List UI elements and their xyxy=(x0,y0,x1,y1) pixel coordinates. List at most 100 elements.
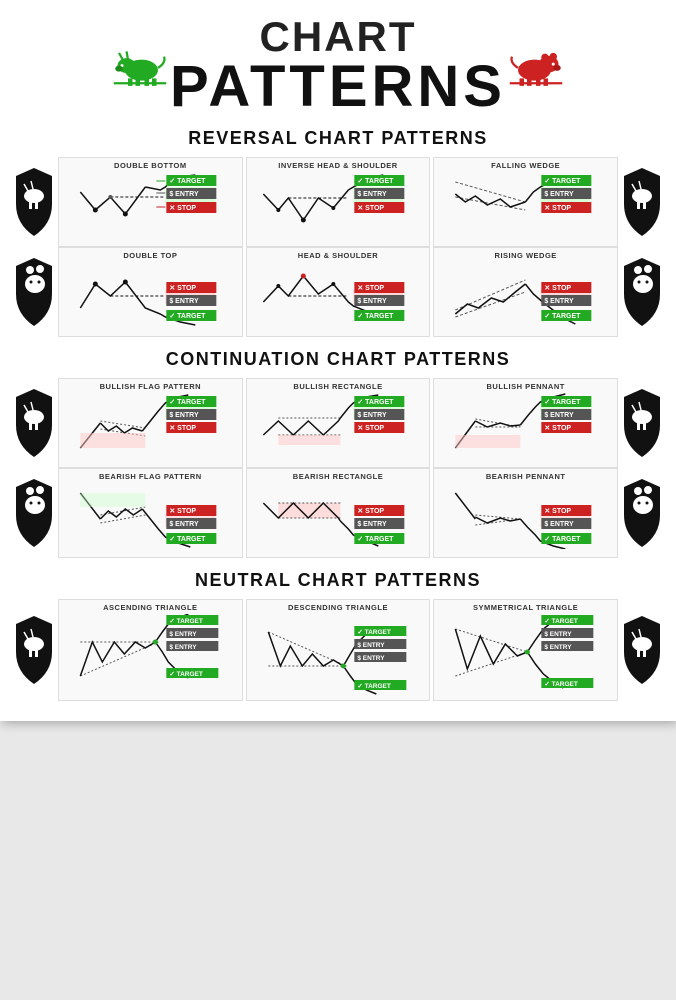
svg-text:✕ STOP: ✕ STOP xyxy=(357,205,384,212)
svg-text:$ ENTRY: $ ENTRY xyxy=(357,655,385,662)
bullish-pennant-chart: ✓ TARGET $ ENTRY ✕ STOP xyxy=(438,393,613,463)
svg-text:✓ TARGET: ✓ TARGET xyxy=(169,671,203,678)
side-bull-cont1 xyxy=(12,383,56,463)
svg-text:✕ STOP: ✕ STOP xyxy=(545,508,572,515)
svg-text:$ ENTRY: $ ENTRY xyxy=(545,644,573,651)
bullish-rectangle-chart: ✓ TARGET $ ENTRY ✕ STOP xyxy=(251,393,426,463)
bearish-flag-cell: BEARISH FLAG PATTERN xyxy=(58,468,243,558)
descending-triangle-name: DESCENDING TRIANGLE xyxy=(251,603,426,612)
svg-text:$ ENTRY: $ ENTRY xyxy=(357,191,387,198)
bullish-flag-name: BULLISH FLAG PATTERN xyxy=(63,382,238,391)
svg-text:✓ TARGET: ✓ TARGET xyxy=(169,536,206,543)
ascending-triangle-chart: ✓ TARGET $ ENTRY $ ENTRY ✓ TARGET xyxy=(63,614,238,696)
symmetrical-triangle-name: SYMMETRICAL TRIANGLE xyxy=(438,603,613,612)
bull-shield-right-icon xyxy=(622,166,662,238)
side-bull-right-1 xyxy=(620,162,664,242)
svg-text:$ ENTRY: $ ENTRY xyxy=(169,521,199,528)
side-bull-neutral-right xyxy=(620,610,664,690)
svg-text:$ ENTRY: $ ENTRY xyxy=(169,631,197,638)
bull-shield-icon xyxy=(14,166,54,238)
svg-text:✓ TARGET: ✓ TARGET xyxy=(357,313,394,320)
bear-shield-right-icon xyxy=(622,256,662,328)
double-bottom-name: DOUBLE BOTTOM xyxy=(63,161,238,170)
bullish-rectangle-name: BULLISH RECTANGLE xyxy=(251,382,426,391)
svg-text:$ ENTRY: $ ENTRY xyxy=(545,631,573,638)
svg-text:✓ TARGET: ✓ TARGET xyxy=(169,313,206,320)
svg-text:$ ENTRY: $ ENTRY xyxy=(357,521,387,528)
bearish-rectangle-chart: ✕ STOP $ ENTRY ✓ TARGET xyxy=(251,483,426,553)
continuation-title: CONTINUATION CHART PATTERNS xyxy=(12,349,664,370)
reversal-row-2: DOUBLE TOP ✕ xyxy=(12,247,664,337)
svg-text:$ ENTRY: $ ENTRY xyxy=(545,191,575,198)
bearish-rectangle-name: BEARISH RECTANGLE xyxy=(251,472,426,481)
descending-triangle-chart: ✓ TARGET $ ENTRY $ ENTRY ✓ TARGET xyxy=(251,614,426,696)
side-bear-right-2 xyxy=(620,252,664,332)
patterns-text: PATTERNS xyxy=(170,58,506,116)
svg-text:✓ TARGET: ✓ TARGET xyxy=(357,683,391,690)
bearish-pennant-chart: ✕ STOP $ ENTRY ✓ TARGET xyxy=(438,483,613,553)
svg-text:✓ TARGET: ✓ TARGET xyxy=(545,618,579,625)
bearish-pennant-cell: BEARISH PENNANT xyxy=(433,468,618,558)
continuation-row2-cells: BEARISH FLAG PATTERN xyxy=(58,468,618,558)
reversal-title: REVERSAL CHART PATTERNS xyxy=(12,128,664,149)
symmetrical-triangle-chart: ✓ TARGET $ ENTRY $ ENTRY ✓ TARGET xyxy=(438,614,613,696)
falling-wedge-cell: FALLING WEDGE xyxy=(433,157,618,247)
svg-text:✓ TARGET: ✓ TARGET xyxy=(357,178,394,185)
svg-text:✓ TARGET: ✓ TARGET xyxy=(169,178,206,185)
svg-text:✓ TARGET: ✓ TARGET xyxy=(357,536,394,543)
svg-text:✓ TARGET: ✓ TARGET xyxy=(545,313,582,320)
bullish-pennant-cell: BULLISH PENNANT xyxy=(433,378,618,468)
svg-text:$ ENTRY: $ ENTRY xyxy=(545,521,575,528)
double-bottom-chart: ✓ TARGET $ ENTRY ✕ STOP xyxy=(63,172,238,242)
svg-text:✕ STOP: ✕ STOP xyxy=(545,285,572,292)
svg-text:$ ENTRY: $ ENTRY xyxy=(169,412,199,419)
svg-text:✕ STOP: ✕ STOP xyxy=(357,425,384,432)
svg-text:✕ STOP: ✕ STOP xyxy=(357,285,384,292)
bull-shield-neutral-right-icon xyxy=(622,614,662,686)
svg-text:✓ TARGET: ✓ TARGET xyxy=(169,618,203,625)
side-bull-1 xyxy=(12,162,56,242)
bearish-flag-chart: ✕ STOP $ ENTRY ✓ TARGET xyxy=(63,483,238,553)
svg-text:$ ENTRY: $ ENTRY xyxy=(545,412,575,419)
svg-text:✕ STOP: ✕ STOP xyxy=(169,425,196,432)
svg-text:✓ TARGET: ✓ TARGET xyxy=(545,399,582,406)
svg-text:✓ TARGET: ✓ TARGET xyxy=(357,399,394,406)
svg-text:$ ENTRY: $ ENTRY xyxy=(357,298,387,305)
continuation-row-1: BULLISH FLAG PATTERN xyxy=(12,378,664,468)
continuation-section: CONTINUATION CHART PATTERNS BULLISH FLAG… xyxy=(12,349,664,558)
rising-wedge-name: RISING WEDGE xyxy=(438,251,613,260)
symmetrical-triangle-cell: SYMMETRICAL TRIANGLE xyxy=(433,599,618,701)
svg-text:$ ENTRY: $ ENTRY xyxy=(357,642,385,649)
side-bull-neutral xyxy=(12,610,56,690)
poster: CHART PATTERNS REVERSAL CH xyxy=(0,0,676,721)
bullish-flag-chart: ✓ TARGET $ ENTRY ✕ STOP xyxy=(63,393,238,463)
bear-shield-cont-right-icon xyxy=(622,477,662,549)
svg-text:✕ STOP: ✕ STOP xyxy=(169,285,196,292)
svg-text:✓ TARGET: ✓ TARGET xyxy=(169,399,206,406)
svg-text:$ ENTRY: $ ENTRY xyxy=(169,644,197,651)
svg-text:$ ENTRY: $ ENTRY xyxy=(545,298,575,305)
svg-text:✕ STOP: ✕ STOP xyxy=(545,205,572,212)
bear-icon xyxy=(506,41,566,91)
rising-wedge-chart: ✕ STOP $ ENTRY ✓ TARGET xyxy=(438,262,613,332)
inverse-head-shoulder-cell: INVERSE HEAD & SHOULDER xyxy=(246,157,431,247)
falling-wedge-name: FALLING WEDGE xyxy=(438,161,613,170)
svg-text:✕ STOP: ✕ STOP xyxy=(357,508,384,515)
head-shoulder-cell: HEAD & SHOULDER xyxy=(246,247,431,337)
neutral-section: NEUTRAL CHART PATTERNS ASCENDING TRIANGL… xyxy=(12,570,664,701)
double-bottom-cell: DOUBLE BOTTOM xyxy=(58,157,243,247)
double-top-chart: ✕ STOP $ ENTRY ✓ TARGET xyxy=(63,262,238,332)
continuation-row1-cells: BULLISH FLAG PATTERN xyxy=(58,378,618,468)
inverse-head-shoulder-chart: ✓ TARGET $ ENTRY ✕ STOP xyxy=(251,172,426,242)
bearish-rectangle-cell: BEARISH RECTANGLE ✕ STOP xyxy=(246,468,431,558)
inverse-head-shoulder-name: INVERSE HEAD & SHOULDER xyxy=(251,161,426,170)
head-shoulder-name: HEAD & SHOULDER xyxy=(251,251,426,260)
reversal-section: REVERSAL CHART PATTERNS DOUBLE BOTTOM xyxy=(12,128,664,337)
bear-shield-left-icon xyxy=(14,256,54,328)
reversal-row2-cells: DOUBLE TOP ✕ xyxy=(58,247,618,337)
bearish-pennant-name: BEARISH PENNANT xyxy=(438,472,613,481)
side-bull-cont-right1 xyxy=(620,383,664,463)
rising-wedge-cell: RISING WEDGE ✕ STOP xyxy=(433,247,618,337)
continuation-row-2: BEARISH FLAG PATTERN xyxy=(12,468,664,558)
side-bear-cont2 xyxy=(12,473,56,553)
